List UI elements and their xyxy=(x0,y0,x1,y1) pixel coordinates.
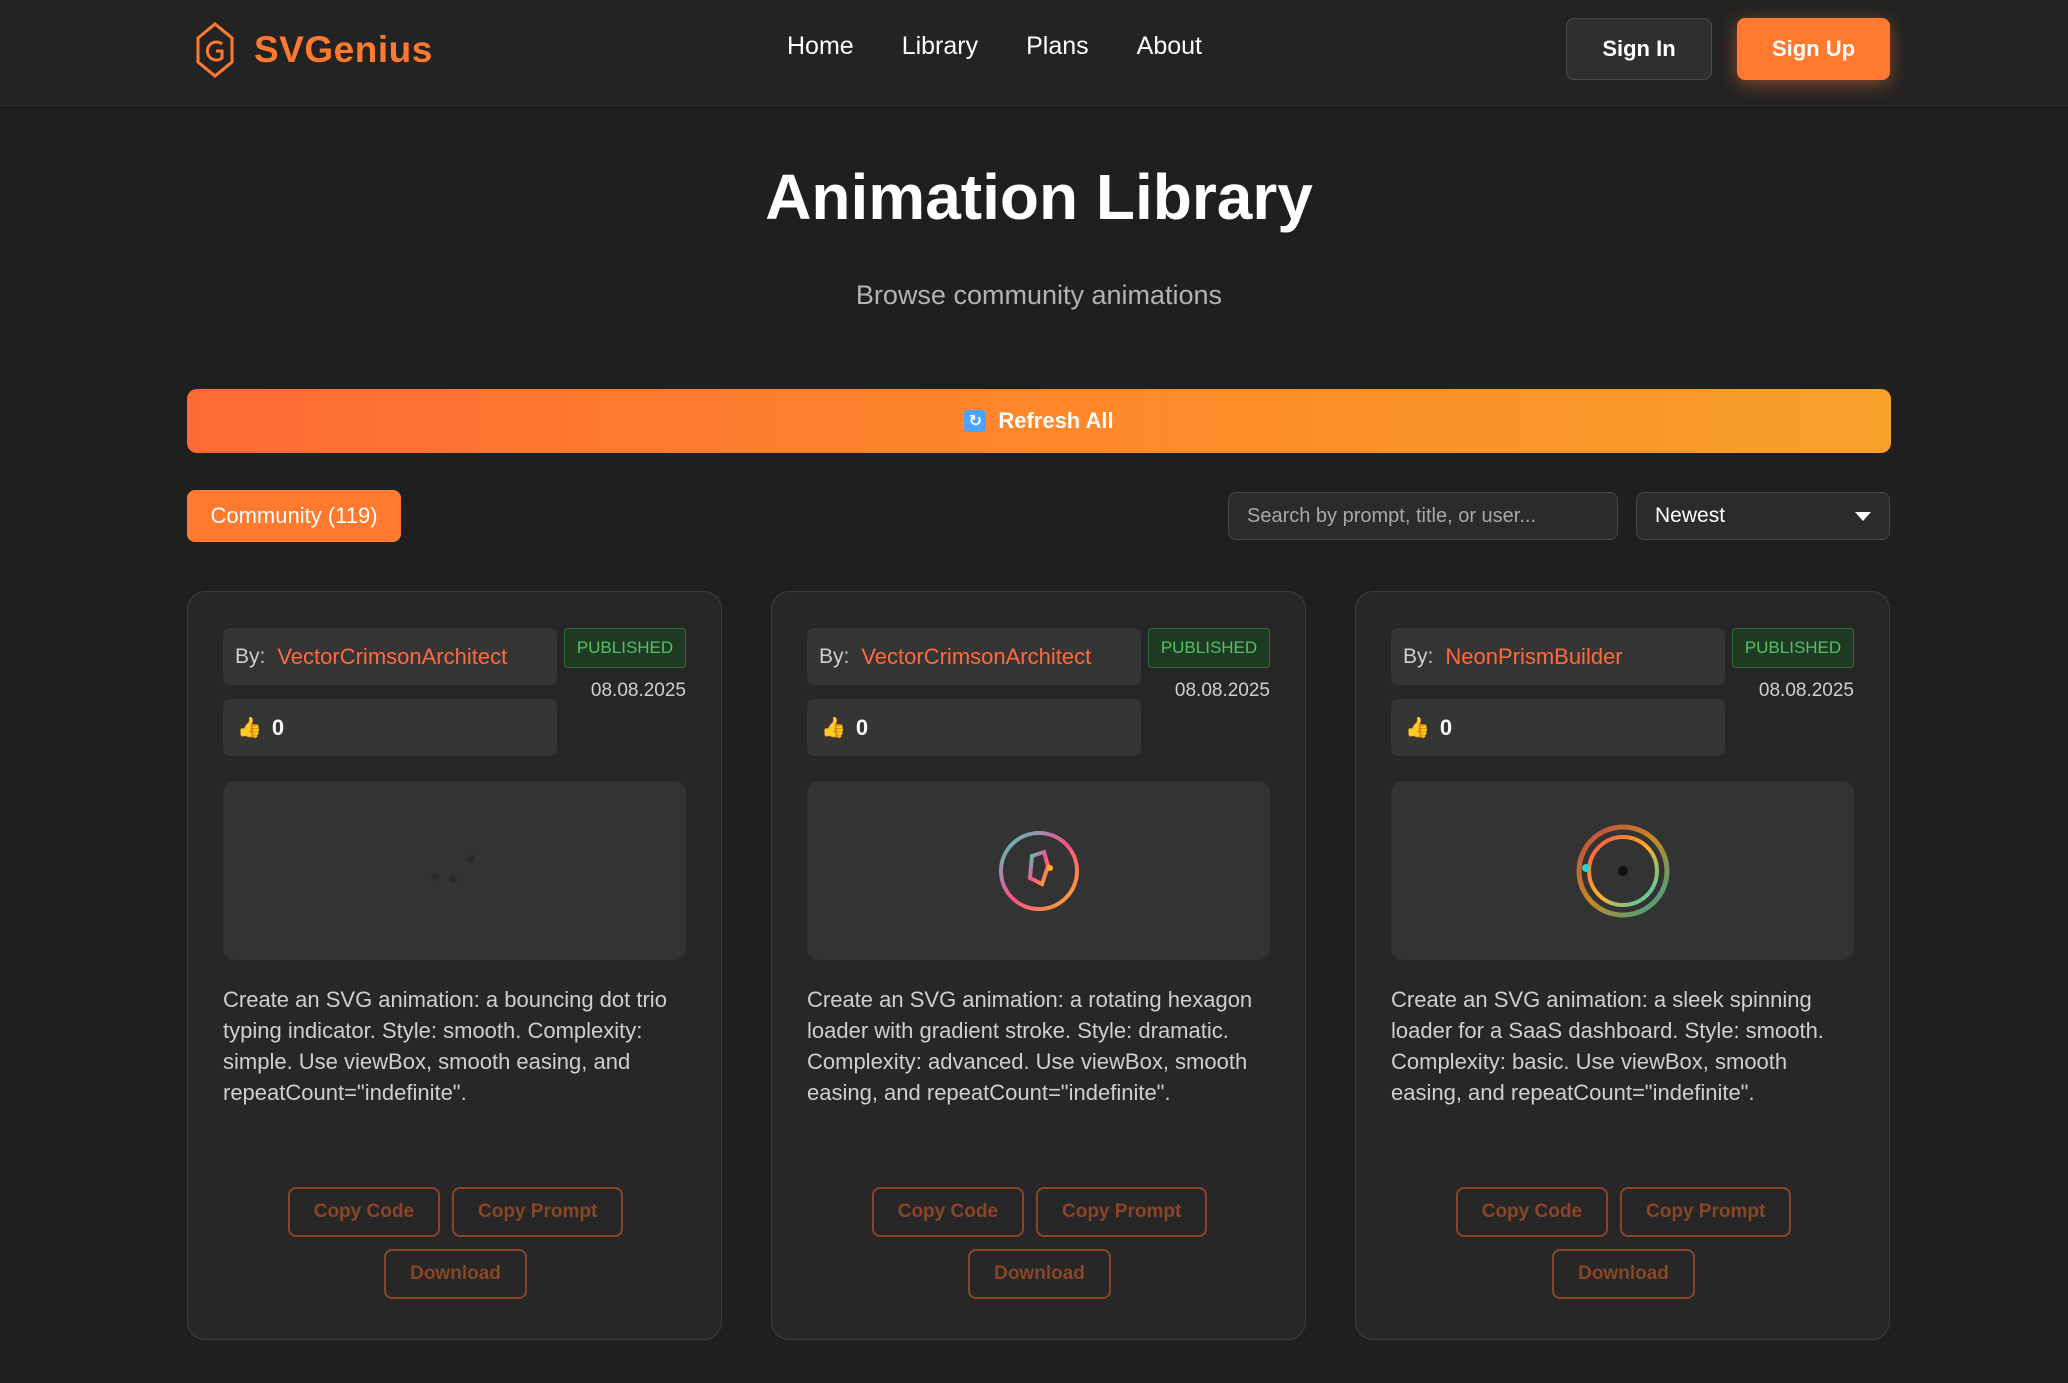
author-box: By: NeonPrismBuilder xyxy=(1391,628,1725,685)
card-date: 08.08.2025 xyxy=(1174,680,1270,701)
tab-community[interactable]: Community (119) xyxy=(187,490,401,542)
copy-prompt-button[interactable]: Copy Prompt xyxy=(1620,1187,1792,1237)
copy-prompt-button[interactable]: Copy Prompt xyxy=(452,1187,624,1237)
card-actions: Copy Code Copy Prompt Download xyxy=(188,1187,723,1299)
copy-code-button[interactable]: Copy Code xyxy=(287,1187,440,1237)
copy-prompt-button[interactable]: Copy Prompt xyxy=(1036,1187,1208,1237)
card-actions: Copy Code Copy Prompt Download xyxy=(1356,1187,1891,1299)
card-prompt: Create an SVG animation: a bouncing dot … xyxy=(223,987,667,1105)
like-button[interactable]: 👍 0 xyxy=(807,699,1141,756)
nav-link-about[interactable]: About xyxy=(1137,32,1202,61)
animation-preview xyxy=(807,781,1270,960)
like-button[interactable]: 👍 0 xyxy=(1391,699,1725,756)
download-button[interactable]: Download xyxy=(968,1249,1111,1299)
refresh-all-button[interactable]: ↻ Refresh All xyxy=(187,389,1891,453)
card-prompt: Create an SVG animation: a sleek spinnin… xyxy=(1391,987,1824,1105)
hexagon-loader-icon xyxy=(998,830,1079,911)
author-box: By: VectorCrimsonArchitect xyxy=(807,628,1141,685)
animation-preview xyxy=(1391,781,1854,960)
card-actions: Copy Code Copy Prompt Download xyxy=(772,1187,1307,1299)
like-count: 0 xyxy=(855,714,869,740)
animation-card: By: VectorCrimsonArchitect PUBLISHED 08.… xyxy=(187,591,722,1340)
chevron-down-icon xyxy=(1855,511,1871,521)
animation-preview xyxy=(223,781,686,960)
bouncing-dots-icon xyxy=(430,854,475,883)
author-by-label: By: xyxy=(235,644,266,668)
refresh-all-label: Refresh All xyxy=(998,408,1114,433)
search-input[interactable] xyxy=(1228,492,1618,540)
sort-select[interactable]: Newest xyxy=(1636,492,1890,540)
thumbs-up-icon: 👍 xyxy=(237,717,262,739)
page-subtitle: Browse community animations xyxy=(855,280,1223,310)
thumbs-up-icon: 👍 xyxy=(1405,717,1430,739)
status-badge: PUBLISHED xyxy=(564,628,686,668)
animation-card: By: NeonPrismBuilder PUBLISHED 08.08.202… xyxy=(1355,591,1890,1340)
download-button[interactable]: Download xyxy=(384,1249,527,1299)
status-badge: PUBLISHED xyxy=(1732,628,1854,668)
spinning-loader-icon xyxy=(1576,824,1669,917)
download-button[interactable]: Download xyxy=(1552,1249,1695,1299)
nav-link-plans[interactable]: Plans xyxy=(1026,32,1089,61)
copy-code-button[interactable]: Copy Code xyxy=(1455,1187,1608,1237)
author-name[interactable]: VectorCrimsonArchitect xyxy=(277,644,507,670)
author-name[interactable]: NeonPrismBuilder xyxy=(1445,644,1622,670)
like-count: 0 xyxy=(1439,714,1453,740)
brand-name: SVGenius xyxy=(254,29,433,70)
top-nav: SVGenius Home Library Plans About Sign I… xyxy=(0,0,2068,106)
author-by-label: By: xyxy=(819,644,850,668)
like-count: 0 xyxy=(271,714,285,740)
copy-code-button[interactable]: Copy Code xyxy=(871,1187,1024,1237)
sign-in-button[interactable]: Sign In xyxy=(1566,18,1712,80)
nav-link-library[interactable]: Library xyxy=(902,32,978,61)
author-by-label: By: xyxy=(1403,644,1434,668)
sign-up-button[interactable]: Sign Up xyxy=(1737,18,1890,80)
logo-icon xyxy=(196,22,234,78)
page-title: Animation Library xyxy=(765,161,1313,233)
brand-logo[interactable]: SVGenius xyxy=(192,20,433,80)
card-date: 08.08.2025 xyxy=(1758,680,1854,701)
status-badge: PUBLISHED xyxy=(1148,628,1270,668)
like-button[interactable]: 👍 0 xyxy=(223,699,557,756)
card-prompt: Create an SVG animation: a rotating hexa… xyxy=(807,987,1253,1105)
nav-link-home[interactable]: Home xyxy=(787,32,854,61)
nav-links: Home Library Plans About xyxy=(787,32,1202,61)
refresh-icon: ↻ xyxy=(964,410,987,432)
sort-value: Newest xyxy=(1655,504,1726,527)
author-name[interactable]: VectorCrimsonArchitect xyxy=(861,644,1091,670)
author-box: By: VectorCrimsonArchitect xyxy=(223,628,557,685)
animation-card: By: VectorCrimsonArchitect PUBLISHED 08.… xyxy=(771,591,1306,1340)
thumbs-up-icon: 👍 xyxy=(821,717,846,739)
card-date: 08.08.2025 xyxy=(590,680,686,701)
